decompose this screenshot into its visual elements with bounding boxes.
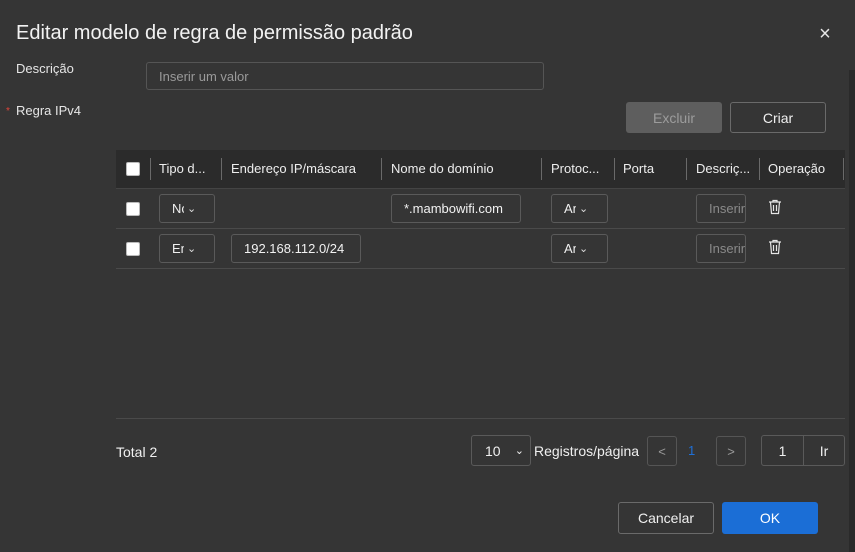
column-header-type[interactable]: Tipo d...	[159, 150, 215, 188]
protocol-select-value: Any	[564, 201, 576, 216]
column-header-ip-mask[interactable]: Endereço IP/máscara	[231, 150, 381, 188]
table-row: Nome de domínio ⌄ *.mambowifi.com Any ⌄ …	[116, 189, 845, 229]
column-divider	[381, 158, 382, 180]
protocol-select[interactable]: Any ⌄	[551, 194, 608, 223]
table-row: Endereço IP ⌄ 192.168.112.0/24 Any ⌄ Ins…	[116, 229, 845, 269]
column-header-protocol[interactable]: Protoc...	[551, 150, 611, 188]
type-select[interactable]: Nome de domínio ⌄	[159, 194, 215, 223]
row-checkbox[interactable]	[126, 242, 140, 256]
chevron-down-icon: ⌄	[187, 243, 197, 255]
page-size-value: 10	[485, 442, 501, 459]
ip-mask-input[interactable]: 192.168.112.0/24	[231, 234, 361, 263]
chevron-down-icon: ⌄	[514, 445, 524, 457]
chevron-down-icon: ⌄	[579, 243, 589, 255]
rules-table: Tipo d... Endereço IP/máscara Nome do do…	[116, 150, 845, 269]
description-field[interactable]	[146, 62, 544, 90]
column-header-description[interactable]: Descriç...	[696, 150, 756, 188]
description-input[interactable]	[147, 63, 543, 89]
column-divider	[686, 158, 687, 180]
column-divider	[759, 158, 760, 180]
delete-button[interactable]: Excluir	[626, 102, 722, 133]
type-select[interactable]: Endereço IP ⌄	[159, 234, 215, 263]
chevron-down-icon: ⌄	[579, 203, 589, 215]
ipv4-rule-label: Regra IPv4	[16, 103, 82, 118]
create-button[interactable]: Criar	[730, 102, 826, 133]
ok-button[interactable]: OK	[722, 502, 818, 534]
column-divider	[150, 158, 151, 180]
required-marker: *	[6, 106, 10, 117]
column-header-operation: Operação	[768, 161, 826, 176]
description-label: Descrição	[16, 61, 74, 76]
cancel-button[interactable]: Cancelar	[618, 502, 714, 534]
per-page-label: Registros/página	[534, 443, 640, 459]
column-divider	[541, 158, 542, 180]
column-divider	[614, 158, 615, 180]
chevron-down-icon: ⌄	[187, 203, 197, 215]
trash-icon[interactable]	[768, 199, 782, 215]
description-input[interactable]: Inserir	[696, 234, 746, 263]
column-header-port[interactable]: Porta	[623, 150, 673, 188]
goto-page-input[interactable]: 1	[762, 436, 804, 465]
scrollbar[interactable]	[849, 70, 855, 552]
type-select-value: Nome de domínio	[172, 201, 184, 216]
select-all-checkbox[interactable]	[126, 162, 140, 176]
table-bottom-divider	[116, 418, 845, 419]
domain-input[interactable]: *.mambowifi.com	[391, 194, 521, 223]
page-size-select[interactable]: 10 ⌄	[471, 435, 531, 466]
next-page-button[interactable]: >	[716, 436, 746, 466]
trash-icon[interactable]	[768, 239, 782, 255]
table-header: Tipo d... Endereço IP/máscara Nome do do…	[116, 150, 845, 189]
close-icon[interactable]: ×	[815, 22, 835, 46]
goto-button[interactable]: Ir	[804, 436, 844, 465]
protocol-select-value: Any	[564, 241, 576, 256]
total-count: Total 2	[116, 444, 158, 460]
protocol-select[interactable]: Any ⌄	[551, 234, 608, 263]
current-page[interactable]: 1	[688, 443, 695, 458]
column-header-domain[interactable]: Nome do domínio	[391, 150, 531, 188]
type-select-value: Endereço IP	[172, 241, 184, 256]
prev-page-button[interactable]: <	[647, 436, 677, 466]
row-checkbox[interactable]	[126, 202, 140, 216]
column-divider	[843, 158, 844, 180]
dialog-title: Editar modelo de regra de permissão padr…	[16, 22, 413, 44]
description-input[interactable]: Inserir	[696, 194, 746, 223]
column-divider	[221, 158, 222, 180]
goto-page: 1 Ir	[761, 435, 845, 466]
